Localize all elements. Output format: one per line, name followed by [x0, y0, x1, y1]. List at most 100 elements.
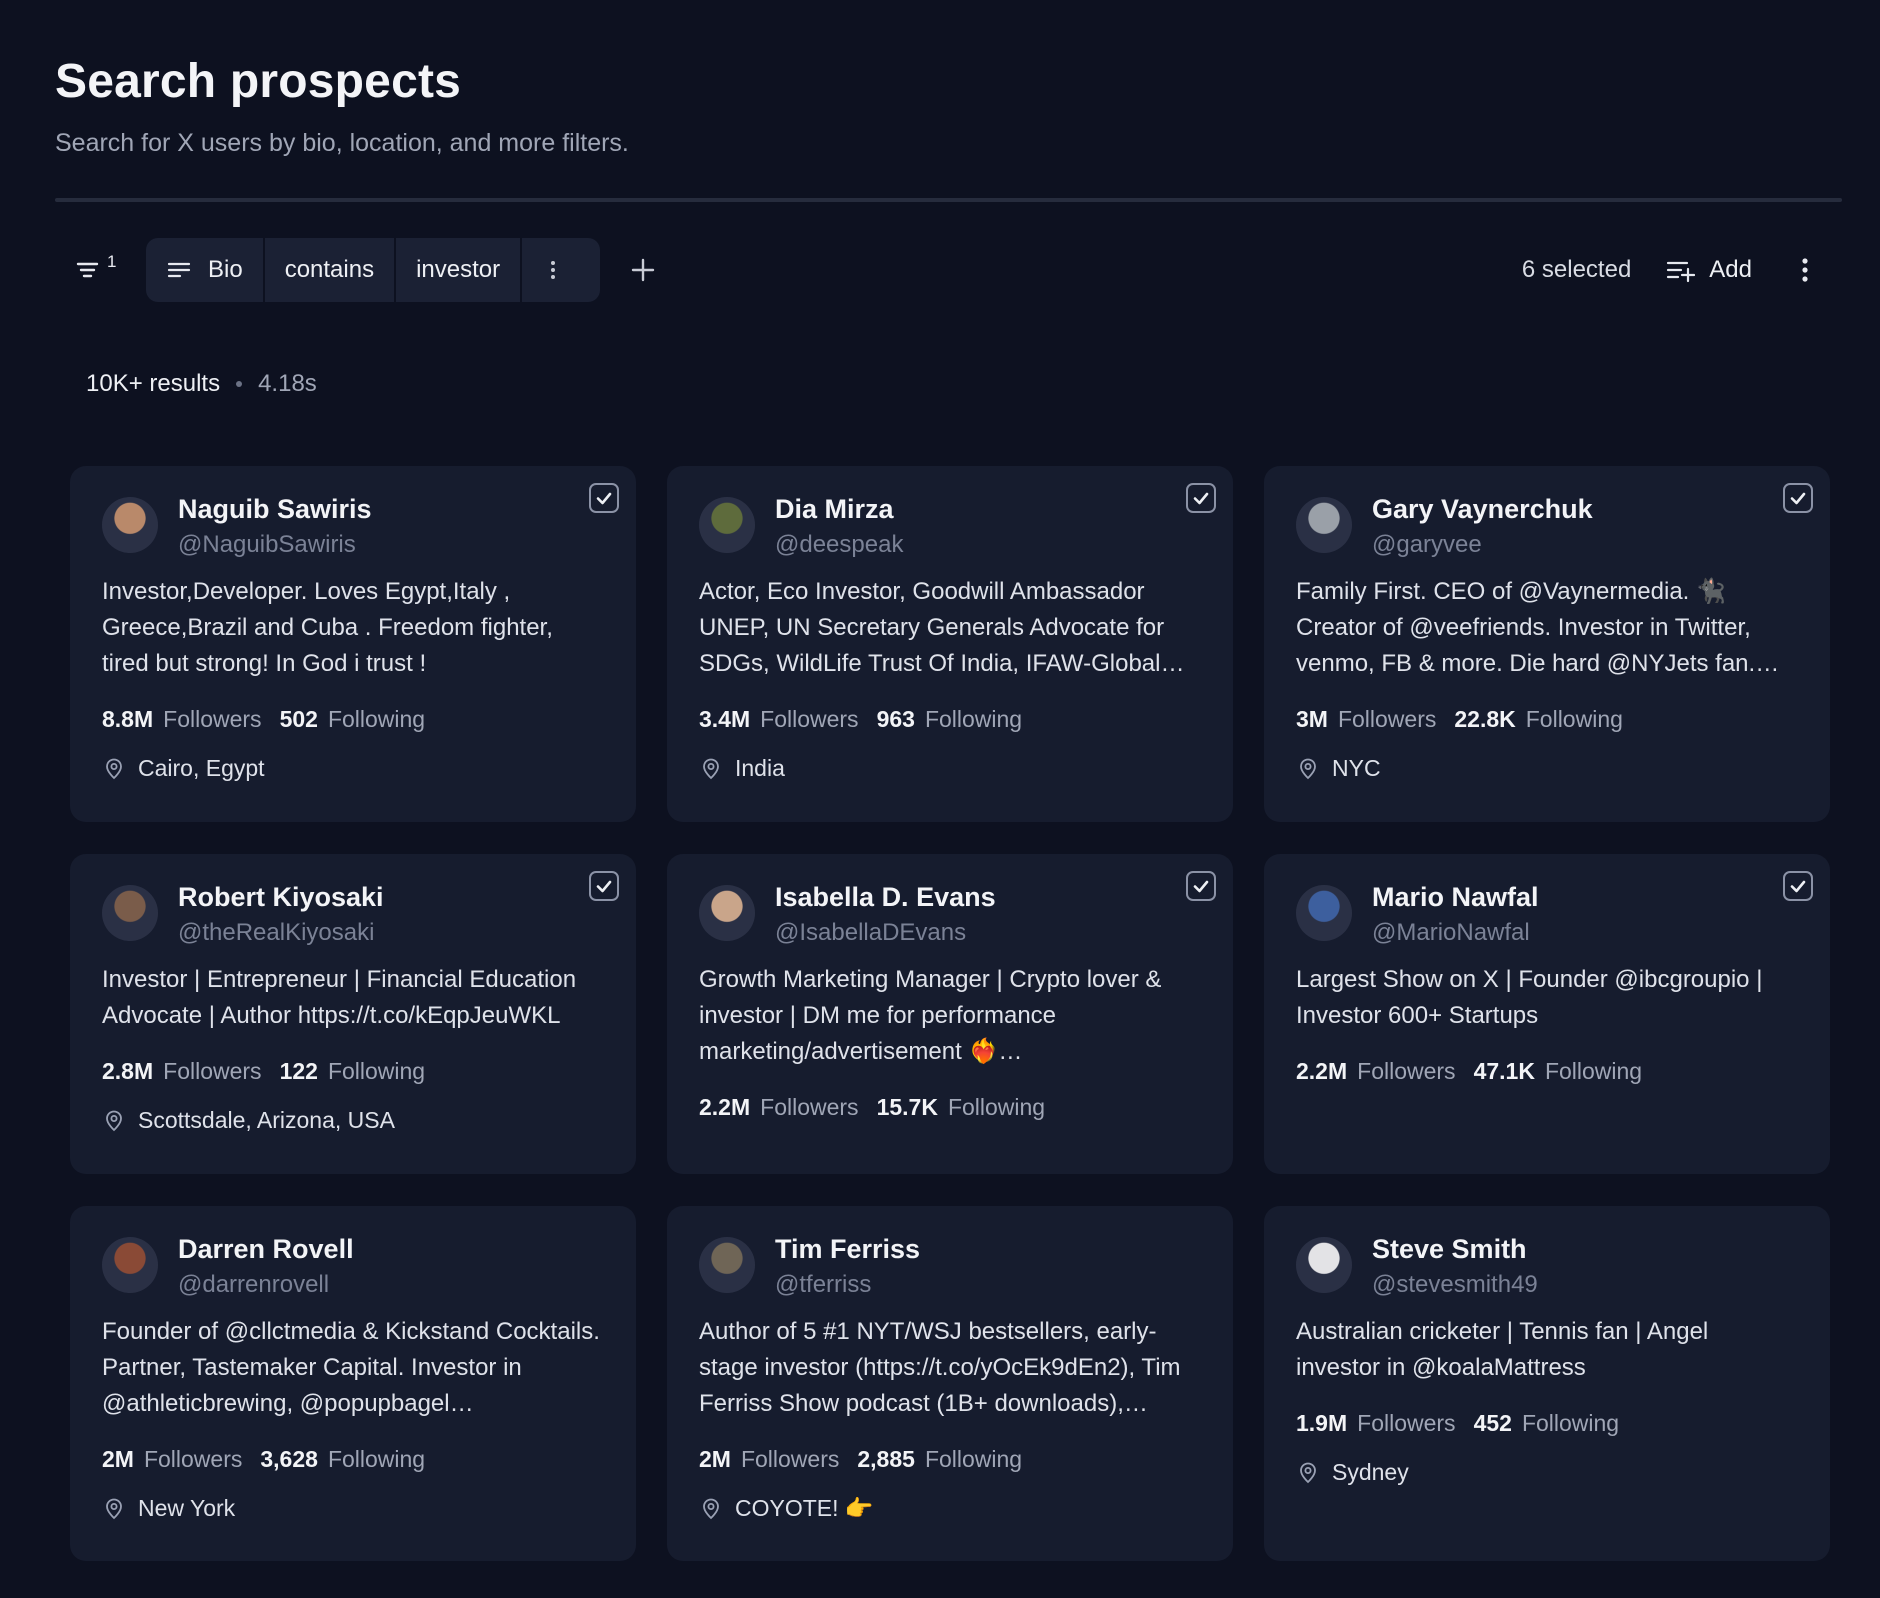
checkmark-icon: [1193, 492, 1209, 505]
avatar[interactable]: [102, 497, 158, 553]
select-checkbox[interactable]: [1186, 483, 1216, 513]
prospect-handle[interactable]: @darrenrovell: [178, 1270, 354, 1300]
filter-lines-icon: [76, 262, 99, 278]
prospect-name[interactable]: Robert Kiyosaki: [178, 881, 384, 913]
prospect-bio: Growth Marketing Manager | Crypto lover …: [699, 966, 1162, 1065]
checkmark-icon: [596, 492, 612, 505]
filter-value-input[interactable]: investor: [396, 238, 523, 302]
location-pin-icon: [703, 1498, 719, 1519]
followers-count: 2.2M: [1296, 1058, 1348, 1084]
more-options-button[interactable]: [1790, 250, 1820, 290]
prospect-stats: 3.4M Followers 963 Following: [699, 706, 1201, 733]
prospect-name[interactable]: Mario Nawfal: [1372, 881, 1539, 913]
location-text: Sydney: [1332, 1459, 1409, 1485]
prospect-name[interactable]: Tim Ferriss: [775, 1233, 920, 1265]
location-pin-icon: [1300, 758, 1316, 779]
prospect-name[interactable]: Isabella D. Evans: [775, 881, 996, 913]
prospect-card[interactable]: Mario Nawfal @MarioNawfal Largest Show o…: [1264, 854, 1830, 1174]
avatar[interactable]: [1296, 885, 1352, 941]
card-cell: Gary Vaynerchuk @garyvee Family First. C…: [1264, 466, 1830, 854]
avatar[interactable]: [102, 1237, 158, 1293]
avatar[interactable]: [102, 885, 158, 941]
location-text: COYOTE! 👉: [735, 1495, 874, 1521]
avatar[interactable]: [699, 885, 755, 941]
following-count: 47.1K: [1473, 1058, 1535, 1084]
prospect-card[interactable]: Naguib Sawiris @NaguibSawiris Investor,D…: [70, 466, 636, 822]
location-text: Scottsdale, Arizona, USA: [138, 1107, 395, 1133]
select-checkbox[interactable]: [1783, 871, 1813, 901]
prospect-stats: 1.9M Followers 452 Following: [1296, 1410, 1798, 1437]
following-count: 22.8K: [1454, 706, 1516, 732]
following-count: 963: [876, 706, 915, 732]
prospect-handle[interactable]: @theRealKiyosaki: [178, 918, 384, 948]
filter-field-label: Bio: [208, 256, 243, 283]
prospect-handle[interactable]: @deespeak: [775, 530, 903, 560]
prospect-location: COYOTE! 👉: [699, 1495, 1201, 1522]
add-filter-button[interactable]: [625, 252, 661, 288]
following-label: Following: [1521, 1410, 1620, 1436]
prospect-name[interactable]: Naguib Sawiris: [178, 493, 372, 525]
following-label: Following: [327, 1446, 426, 1472]
select-checkbox[interactable]: [589, 483, 619, 513]
following-count: 502: [279, 706, 318, 732]
prospect-card[interactable]: Robert Kiyosaki @theRealKiyosaki Investo…: [70, 854, 636, 1174]
filter-field-select[interactable]: Bio: [146, 238, 265, 302]
filter-count-badge: 1: [107, 252, 117, 271]
prospect-card[interactable]: Tim Ferriss @tferriss Author of 5 #1 NYT…: [667, 1206, 1233, 1561]
prospect-handle[interactable]: @stevesmith49: [1372, 1270, 1538, 1300]
followers-count: 8.8M: [102, 706, 154, 732]
prospect-handle[interactable]: @garyvee: [1372, 530, 1593, 560]
prospect-stats: 8.8M Followers 502 Following: [102, 706, 604, 733]
prospect-stats: 2.2M Followers 15.7K Following: [699, 1094, 1201, 1121]
followers-label: Followers: [740, 1446, 840, 1472]
select-checkbox[interactable]: [1783, 483, 1813, 513]
checkmark-icon: [1193, 880, 1209, 893]
followers-label: Followers: [1357, 1058, 1456, 1084]
select-checkbox[interactable]: [589, 871, 619, 901]
prospect-bio: Investor | Entrepreneur | Financial Educ…: [102, 966, 577, 1029]
following-label: Following: [924, 706, 1023, 732]
prospect-name[interactable]: Dia Mirza: [775, 493, 903, 525]
filter-operator-select[interactable]: contains: [265, 238, 397, 302]
followers-count: 2M: [102, 1446, 134, 1472]
add-to-list-button[interactable]: Add: [1665, 255, 1752, 285]
followers-label: Followers: [1357, 1410, 1456, 1436]
results-summary: 10K+ results 4.18s: [86, 370, 317, 398]
prospect-name[interactable]: Steve Smith: [1372, 1233, 1538, 1265]
followers-label: Followers: [1337, 706, 1437, 732]
followers-label: Followers: [760, 706, 859, 732]
prospect-handle[interactable]: @MarioNawfal: [1372, 918, 1539, 948]
select-checkbox[interactable]: [1186, 871, 1216, 901]
page-subtitle: Search for X users by bio, location, and…: [55, 129, 629, 157]
card-cell: Darren Rovell @darrenrovell Founder of @…: [70, 1206, 636, 1561]
card-cell: Tim Ferriss @tferriss Author of 5 #1 NYT…: [667, 1206, 1233, 1561]
prospect-card[interactable]: Isabella D. Evans @IsabellaDEvans Growth…: [667, 854, 1233, 1174]
prospect-handle[interactable]: @IsabellaDEvans: [775, 918, 996, 948]
filter-more-button[interactable]: [522, 238, 600, 302]
filter-value-label: investor: [416, 256, 501, 283]
avatar[interactable]: [699, 497, 755, 553]
prospect-location: Sydney: [1296, 1459, 1798, 1486]
prospect-card[interactable]: Dia Mirza @deespeak Actor, Eco Investor,…: [667, 466, 1233, 822]
card-cell: Dia Mirza @deespeak Actor, Eco Investor,…: [667, 466, 1233, 854]
filter-count-button[interactable]: 1: [75, 250, 125, 290]
location-pin-icon: [703, 758, 719, 779]
followers-count: 3M: [1296, 706, 1328, 732]
vertical-dots-icon: [551, 261, 556, 279]
following-count: 2,885: [857, 1446, 915, 1472]
prospect-location: Cairo, Egypt: [102, 755, 604, 782]
prospect-location: India: [699, 755, 1201, 782]
add-button-label: Add: [1709, 256, 1752, 283]
avatar[interactable]: [1296, 497, 1352, 553]
prospect-card[interactable]: Gary Vaynerchuk @garyvee Family First. C…: [1264, 466, 1830, 822]
prospect-name[interactable]: Darren Rovell: [178, 1233, 354, 1265]
prospect-name[interactable]: Gary Vaynerchuk: [1372, 493, 1593, 525]
location-text: New York: [138, 1495, 236, 1521]
prospect-card[interactable]: Steve Smith @stevesmith49 Australian cri…: [1264, 1206, 1830, 1561]
prospect-handle[interactable]: @NaguibSawiris: [178, 530, 372, 560]
vertical-dots-icon: [1802, 258, 1808, 282]
prospect-card[interactable]: Darren Rovell @darrenrovell Founder of @…: [70, 1206, 636, 1561]
prospect-handle[interactable]: @tferriss: [775, 1270, 920, 1300]
avatar[interactable]: [699, 1237, 755, 1293]
avatar[interactable]: [1296, 1237, 1352, 1293]
